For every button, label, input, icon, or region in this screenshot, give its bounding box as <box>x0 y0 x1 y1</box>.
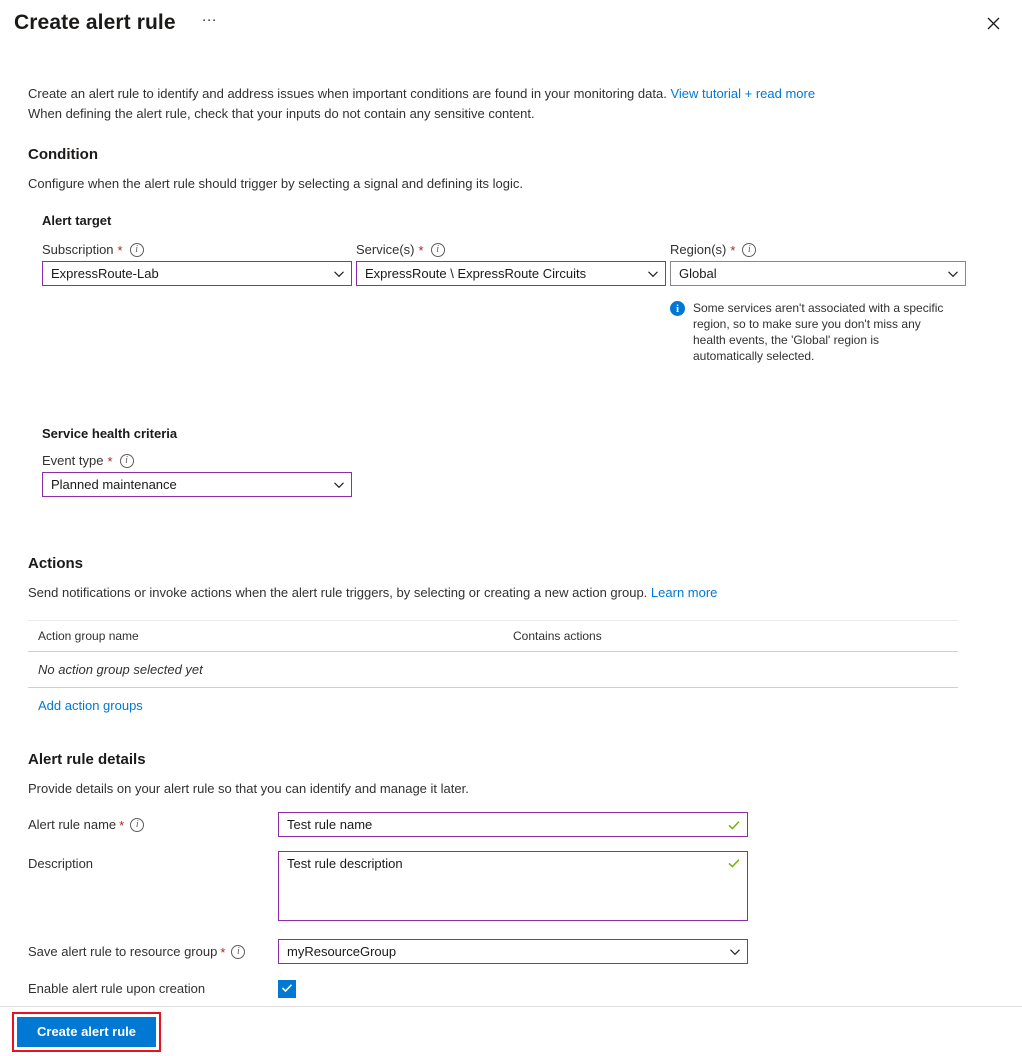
regions-label: Region(s) <box>670 242 727 257</box>
description-label: Description <box>28 856 94 871</box>
event-type-dropdown[interactable]: Planned maintenance <box>42 472 352 497</box>
subscription-label-row: Subscription * i <box>42 242 352 257</box>
event-type-field: Event type * i Planned maintenance <box>42 453 352 497</box>
description-value: Test rule description <box>287 856 403 871</box>
enable-rule-row: Enable alert rule upon creation <box>28 980 994 998</box>
required-marker: * <box>418 243 424 258</box>
alert-rule-details-description: Provide details on your alert rule so th… <box>28 781 469 796</box>
required-marker: * <box>119 818 125 833</box>
alert-target-row: Subscription * i ExpressRoute-Lab Servic… <box>42 242 994 364</box>
subscription-label: Subscription <box>42 242 114 257</box>
chevron-down-icon <box>947 268 959 280</box>
required-marker: * <box>117 243 123 258</box>
alert-rule-name-row: Alert rule name * i Test rule name <box>28 812 994 837</box>
alert-rule-name-label-row: Alert rule name * i <box>28 812 278 832</box>
enable-rule-label: Enable alert rule upon creation <box>28 981 206 996</box>
region-note-text: Some services aren't associated with a s… <box>693 301 944 363</box>
checkmark-icon <box>281 982 293 997</box>
info-icon[interactable]: i <box>130 817 145 832</box>
learn-more-link[interactable]: Learn more <box>651 585 717 600</box>
regions-dropdown[interactable]: Global <box>670 261 966 286</box>
alert-rule-name-value: Test rule name <box>287 817 373 832</box>
empty-state-text: No action group selected yet <box>38 662 203 677</box>
description-label-row: Description <box>28 851 278 871</box>
info-icon[interactable]: i <box>119 453 134 468</box>
event-type-label-row: Event type * i <box>42 453 352 468</box>
resource-group-label-row: Save alert rule to resource group * i <box>28 939 278 959</box>
info-icon[interactable]: i <box>430 242 445 257</box>
alert-target-group: Alert target Subscription * i ExpressRou… <box>42 213 994 497</box>
info-icon[interactable]: i <box>742 242 757 257</box>
alert-rule-name-input[interactable]: Test rule name <box>278 812 748 837</box>
regions-field: Region(s) * i Global i Some services are… <box>670 242 966 364</box>
regions-value: Global <box>679 266 717 281</box>
enable-rule-checkbox[interactable] <box>278 980 296 998</box>
condition-description: Configure when the alert rule should tri… <box>28 176 524 191</box>
description-control: Test rule description <box>278 851 748 921</box>
chevron-down-icon <box>647 268 659 280</box>
actions-description: Send notifications or invoke actions whe… <box>28 585 648 600</box>
valid-check-icon <box>727 818 741 832</box>
resource-group-label: Save alert rule to resource group <box>28 944 218 959</box>
column-header-action-group-name: Action group name <box>38 629 139 643</box>
description-row: Description Test rule description <box>28 851 994 921</box>
action-groups-table: Action group name Contains actions No ac… <box>28 620 958 713</box>
create-alert-rule-button[interactable]: Create alert rule <box>17 1016 156 1047</box>
services-label-row: Service(s) * i <box>356 242 666 257</box>
subscription-value: ExpressRoute-Lab <box>51 266 159 281</box>
required-marker: * <box>220 945 226 960</box>
enable-rule-label-row: Enable alert rule upon creation <box>28 980 278 996</box>
create-button-highlight: Create alert rule <box>12 1011 161 1052</box>
intro-text: Create an alert rule to identify and add… <box>28 84 994 124</box>
required-marker: * <box>107 454 113 469</box>
enable-rule-control <box>278 980 748 998</box>
alert-rule-name-label: Alert rule name <box>28 817 117 832</box>
service-health-criteria-heading: Service health criteria <box>42 426 178 441</box>
subscription-field: Subscription * i ExpressRoute-Lab <box>42 242 352 364</box>
resource-group-value: myResourceGroup <box>287 944 397 959</box>
info-icon[interactable]: i <box>231 944 246 959</box>
intro-line-1: Create an alert rule to identify and add… <box>28 86 667 101</box>
actions-heading: Actions <box>28 555 84 572</box>
actions-description-row: Send notifications or invoke actions whe… <box>28 584 994 602</box>
alert-target-heading: Alert target <box>42 213 112 228</box>
services-value: ExpressRoute \ ExpressRoute Circuits <box>365 266 587 281</box>
region-info-note: i Some services aren't associated with a… <box>670 300 950 364</box>
blade-content: Create an alert rule to identify and add… <box>0 46 1022 1006</box>
alert-rule-name-control: Test rule name <box>278 812 748 837</box>
resource-group-dropdown[interactable]: myResourceGroup <box>278 939 748 964</box>
required-marker: * <box>730 243 736 258</box>
services-field: Service(s) * i ExpressRoute \ ExpressRou… <box>356 242 666 364</box>
table-header-row: Action group name Contains actions <box>28 621 958 652</box>
services-label: Service(s) <box>356 242 415 257</box>
chevron-down-icon <box>333 268 345 280</box>
info-icon[interactable]: i <box>129 242 144 257</box>
close-button[interactable] <box>978 8 1008 38</box>
close-icon <box>987 17 1000 30</box>
blade-header: Create alert rule ··· <box>0 0 1022 46</box>
view-tutorial-link[interactable]: View tutorial + read more <box>670 86 815 101</box>
chevron-down-icon <box>729 946 741 958</box>
event-type-label: Event type <box>42 453 104 468</box>
condition-heading: Condition <box>28 146 98 163</box>
valid-check-icon <box>727 856 741 870</box>
description-textarea[interactable]: Test rule description <box>278 851 748 921</box>
more-options-button[interactable]: ··· <box>196 12 223 34</box>
resource-group-control: myResourceGroup <box>278 939 748 964</box>
blade-footer: Create alert rule <box>0 1006 1022 1056</box>
regions-label-row: Region(s) * i <box>670 242 966 257</box>
add-action-groups-link[interactable]: Add action groups <box>38 698 143 713</box>
table-row: No action group selected yet <box>28 652 958 688</box>
page-title: Create alert rule <box>14 11 176 34</box>
resource-group-row: Save alert rule to resource group * i my… <box>28 939 994 964</box>
info-circle-icon: i <box>670 301 685 316</box>
column-header-contains-actions: Contains actions <box>513 629 602 643</box>
event-type-value: Planned maintenance <box>51 477 177 492</box>
services-dropdown[interactable]: ExpressRoute \ ExpressRoute Circuits <box>356 261 666 286</box>
chevron-down-icon <box>333 479 345 491</box>
intro-line-2: When defining the alert rule, check that… <box>28 106 535 121</box>
alert-rule-details-heading: Alert rule details <box>28 751 146 768</box>
subscription-dropdown[interactable]: ExpressRoute-Lab <box>42 261 352 286</box>
add-action-groups-row: Add action groups <box>28 688 958 713</box>
